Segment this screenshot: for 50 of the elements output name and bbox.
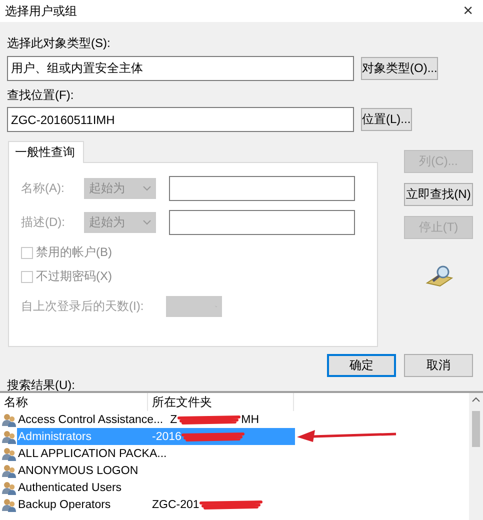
locations-button[interactable]: 位置(L)... [361,108,412,131]
column-header[interactable]: 所在文件夹 [148,393,294,411]
text-field[interactable] [169,210,355,235]
result-row[interactable]: Authenticated Users [17,479,295,496]
field-label: 名称(A): [21,180,66,197]
users-icon [2,498,17,512]
field-label: 查找位置(F): [6,87,75,104]
field-label: 描述(D): [21,214,66,231]
field-label: 自上次登录后的天数(I): [21,298,145,315]
dropdown[interactable] [166,296,222,317]
folder-text: ZGC-201 [152,498,200,510]
result-row[interactable]: Backup Operators ZGC-201 [17,496,295,513]
magnifier-icon [424,265,452,287]
result-row[interactable]: ALL APPLICATION PACKA... [17,445,295,462]
scroll-up-icon [472,397,480,402]
location-field[interactable]: ZGC-20160511IMH [7,107,354,132]
result-row[interactable]: Access Control Assistance... Z MH [17,411,295,428]
dialog-button[interactable]: 确定 [327,354,396,377]
column-header[interactable]: 名称 [0,393,148,411]
folder-text: MH [241,414,260,426]
action-button[interactable]: 立即查找(N) [404,183,473,206]
object-types-button[interactable]: 对象类型(O)... [361,57,438,80]
chevron-icon [143,220,151,225]
object-type-field[interactable]: 用户、组或内置安全主体 [7,56,354,81]
folder-text: -2016 [152,430,182,442]
group-name: Authenticated Users [17,482,123,494]
users-icon [2,480,17,494]
users-icon [2,446,17,460]
scrollbar-thumb[interactable] [472,411,480,447]
users-icon [2,464,17,478]
window-title: 选择用户或组 [5,2,77,20]
group-name: Backup Operators [17,498,112,510]
checkbox-label: 禁用的帐户(B) [36,244,112,261]
tab[interactable]: 一般性查询 [8,141,84,163]
group-name: ANONYMOUS LOGON [17,464,140,476]
result-row[interactable]: ANONYMOUS LOGON [17,462,295,479]
users-icon [2,412,17,426]
close-button[interactable]: × [463,1,473,21]
users-icon [2,430,17,444]
group-name: ALL APPLICATION PACKA... [17,448,168,460]
text-field[interactable] [169,176,355,201]
results-label: 搜索结果(U): [6,378,75,392]
dialog-button[interactable]: 取消 [404,354,473,377]
folder-text: Z [170,414,178,426]
scrollbar[interactable] [469,393,483,520]
group-name: Access Control Assistance... [17,414,164,426]
checkbox-label: 不过期密码(X) [36,268,112,285]
group-name: Administrators [17,430,92,442]
chevron-icon [143,186,151,191]
field-label: 选择此对象类型(S): [6,35,112,52]
